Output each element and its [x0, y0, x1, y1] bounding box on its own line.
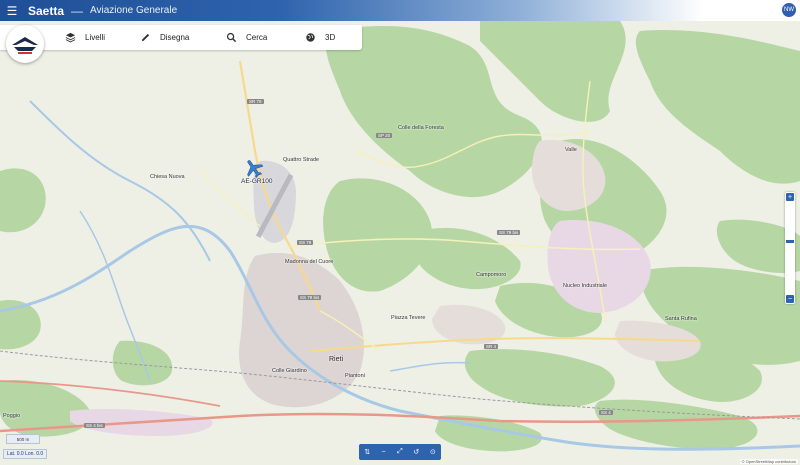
app-root: Quattro Strade Chiesa Nuova Madonna del …: [0, 0, 800, 465]
expand-icon[interactable]: ⤢: [393, 448, 407, 456]
tool-cerca-button[interactable]: Cerca: [216, 25, 267, 50]
user-avatar[interactable]: NW: [781, 2, 797, 18]
place-label: Santa Rufina: [665, 316, 697, 322]
coordinates-readout: Lat. 0.0 Lon. 0.0: [3, 449, 48, 459]
place-label: Madonna del Cuore: [285, 259, 334, 265]
map-canvas[interactable]: Quattro Strade Chiesa Nuova Madonna del …: [0, 21, 800, 465]
road-badge: SR 4: [484, 344, 499, 349]
scale-bar: 500 m: [6, 434, 40, 444]
place-label: Nucleo Industriale: [563, 283, 608, 289]
road-badge: SS 79: [297, 240, 314, 245]
map-base: [0, 21, 800, 465]
road-badge: SS 4 bis: [84, 423, 105, 428]
tool-label: Disegna: [160, 33, 190, 42]
place-label: Piantoni: [345, 373, 365, 379]
tool-label: Livelli: [85, 33, 106, 42]
road-badge: SP 20: [376, 133, 393, 138]
layers-icon: [63, 31, 77, 45]
aircraft-icon[interactable]: [243, 157, 265, 179]
rotate-icon[interactable]: ↺: [409, 448, 423, 456]
road-badge: SR 79: [247, 99, 264, 104]
tool-label: 3D: [325, 33, 336, 42]
app-logo: [6, 25, 44, 63]
logo-icon: [12, 37, 38, 54]
place-label: Valle: [565, 147, 577, 153]
title-separator: —: [71, 3, 84, 18]
zoom-slider-handle[interactable]: [786, 240, 794, 243]
app-header: ☰ Saetta — Aviazione Generale NW: [0, 0, 800, 21]
zoom-control: + −: [785, 192, 795, 304]
menu-icon[interactable]: ☰: [2, 0, 22, 21]
zoom-out-button[interactable]: −: [786, 295, 794, 303]
tool-disegna-button[interactable]: Disegna: [130, 25, 189, 50]
place-label: Campomoro: [476, 272, 507, 278]
road-badge: SS 79 bis: [497, 230, 521, 235]
place-label-city: Rieti: [329, 356, 344, 363]
app-subtitle: Aviazione Generale: [90, 5, 178, 16]
map-attribution[interactable]: © OpenStreetMap contributors: [739, 459, 798, 464]
pencil-icon: [138, 31, 152, 45]
globe-icon: [303, 31, 317, 45]
road-badge: SS 79 bis: [298, 295, 322, 300]
tool-label: Cerca: [246, 33, 268, 42]
tool-livelli-button[interactable]: Livelli: [55, 25, 105, 50]
aircraft-label: AE-GR100: [241, 178, 273, 185]
place-label: Chiesa Nuova: [150, 174, 185, 180]
search-icon: [224, 31, 238, 45]
place-label: Piazza Tevere: [391, 315, 426, 321]
main-toolbar: Livelli Disegna Cerca 3D: [0, 25, 362, 50]
place-label: Colle Giardino: [272, 368, 307, 374]
road-badge: SS 4: [599, 410, 613, 415]
map-tools-bar: ⇅ − ⤢ ↺ ⊙: [359, 444, 441, 460]
place-label: Quattro Strade: [283, 157, 320, 163]
minus-icon[interactable]: −: [377, 449, 391, 456]
zoom-in-button[interactable]: +: [786, 193, 794, 201]
locate-icon[interactable]: ⊙: [426, 448, 440, 456]
app-title: Saetta: [28, 3, 65, 18]
tool-3d-button[interactable]: 3D: [295, 25, 335, 50]
place-label: Colle della Foresta: [398, 125, 444, 131]
swap-icon[interactable]: ⇅: [360, 448, 374, 456]
place-label: Poggio: [3, 413, 21, 419]
